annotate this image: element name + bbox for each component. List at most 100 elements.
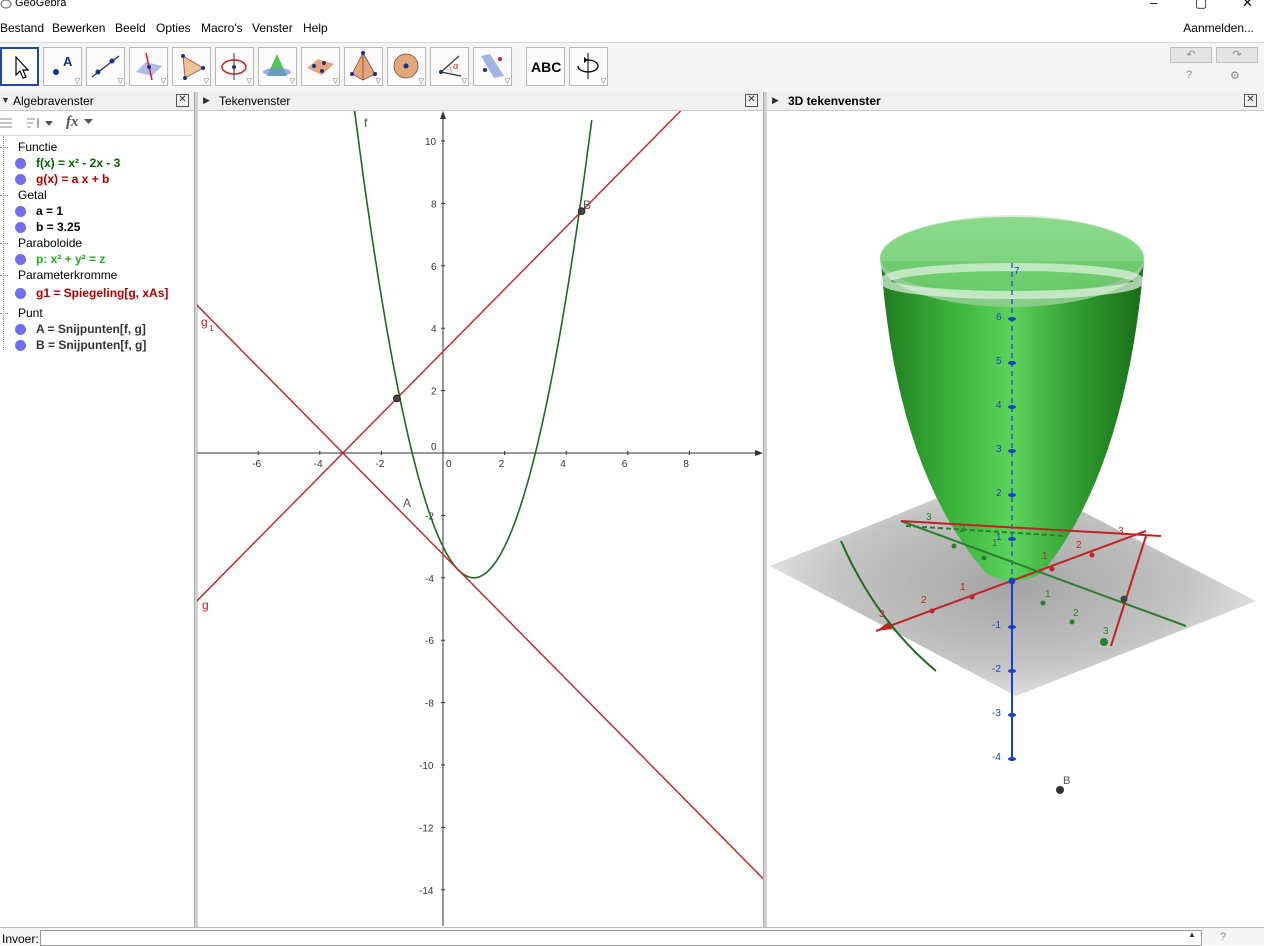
login-link[interactable]: Aanmelden...	[1183, 21, 1254, 35]
graphics-close-icon[interactable]: ✕	[745, 94, 758, 107]
menu-bar: Bestand Bewerken Beeld Opties Macro's Ve…	[0, 18, 1264, 40]
circle-axis-tool-button[interactable]: ▽	[215, 47, 254, 86]
perpendicular-tool-button[interactable]: ▽	[129, 47, 168, 86]
expand-caret-icon[interactable]: ▶	[203, 95, 210, 106]
title-bar: GeoGebra – ▢ ✕	[0, 0, 1264, 14]
point-A[interactable]	[393, 394, 401, 403]
menu-opties[interactable]: Opties	[156, 21, 191, 35]
intersect-surfaces-tool-button[interactable]: ▽	[258, 47, 297, 86]
input-stepper-icon[interactable]: ▲	[1188, 930, 1196, 939]
menu-macros[interactable]: Macro's	[201, 21, 243, 35]
visibility-toggle-icon[interactable]	[15, 254, 26, 265]
algebra-panel-header: ▼ Algebravenster ✕	[0, 92, 194, 111]
minimize-icon[interactable]: –	[1150, 0, 1157, 10]
category-parameterkromme[interactable]: Parameterkromme	[18, 268, 117, 284]
algebra-item-B[interactable]: B = Snijpunten[f, g]	[0, 338, 194, 354]
x-tick-label: 3	[879, 609, 885, 620]
point-3d[interactable]	[1100, 638, 1108, 646]
graphics-3d-canvas[interactable]: 7 6 5 4 3 2 1 -1 -2 -3 -4 3 2 1 1 2 3 3 …	[766, 111, 1264, 926]
y-tick-label: 8	[431, 199, 437, 210]
label-f: f	[364, 116, 368, 130]
line-g1[interactable]	[197, 304, 763, 880]
category-punt[interactable]: Punt	[18, 306, 43, 322]
angle-tool-button[interactable]: α ▽	[430, 47, 469, 86]
label-g1: g	[201, 315, 208, 329]
label-point-A: A	[403, 496, 411, 510]
sort-icon[interactable]	[25, 115, 57, 131]
menu-bestand[interactable]: Bestand	[0, 21, 44, 35]
line-g[interactable]	[197, 111, 686, 602]
menu-beeld[interactable]: Beeld	[115, 21, 146, 35]
collapse-caret-icon[interactable]: ▼	[1, 95, 10, 105]
y-tick-label: -4	[425, 574, 434, 585]
x-tick-label: 0	[446, 459, 452, 470]
maximize-icon[interactable]: ▢	[1195, 0, 1207, 11]
category-getal[interactable]: Getal	[18, 188, 47, 204]
text-tool-label: ABC	[531, 59, 562, 75]
point-3d-A[interactable]	[1120, 595, 1128, 603]
function-f-curve[interactable]	[353, 111, 593, 579]
algebra-close-icon[interactable]: ✕	[176, 94, 189, 107]
settings-icon[interactable]: ⚙	[1230, 69, 1240, 82]
toolbar: A ▽ ▽ ▽ ▽ ▽ ▽ ▽ ▽ ▽ α ▽ ▽ ABC ▽ ↶ ↷ ? ⚙	[0, 42, 1264, 94]
z-tick-label: -2	[992, 664, 1001, 675]
plane-tool-button[interactable]: ▽	[301, 47, 340, 86]
point-B-3d[interactable]	[1056, 786, 1064, 794]
algebra-item-b[interactable]: b = 3.25	[0, 220, 194, 236]
pyramid-tool-button[interactable]: ▽	[344, 47, 383, 86]
help-icon[interactable]: ?	[1186, 69, 1192, 81]
x-tick-label: -4	[314, 459, 323, 470]
algebra-toolbar: fx	[0, 111, 192, 136]
input-bar: Invoer: ▲ ?	[0, 927, 1264, 946]
menu-help[interactable]: Help	[303, 21, 328, 35]
visibility-toggle-icon[interactable]	[15, 222, 26, 233]
sphere-tool-button[interactable]: ▽	[387, 47, 426, 86]
undo-button[interactable]: ↶	[1170, 47, 1212, 63]
category-functie[interactable]: Functie	[18, 140, 57, 156]
menu-bewerken[interactable]: Bewerken	[52, 21, 105, 35]
point-tool-button[interactable]: A ▽	[43, 47, 82, 86]
text-tool-button[interactable]: ABC	[526, 47, 565, 86]
y-tick-label: 2	[1073, 608, 1079, 619]
algebra-item-f[interactable]: f(x) = x² - 2x - 3	[0, 156, 194, 172]
z-tick-label: 7	[1014, 266, 1020, 277]
visibility-toggle-icon[interactable]	[15, 288, 26, 299]
visibility-toggle-icon[interactable]	[15, 206, 26, 217]
y-tick-label: 3	[1103, 626, 1109, 637]
visibility-toggle-icon[interactable]	[15, 324, 26, 335]
x-tick-label: 2	[499, 459, 505, 470]
visibility-toggle-icon[interactable]	[15, 158, 26, 169]
polygon-tool-button[interactable]: ▽	[172, 47, 211, 86]
category-paraboloide[interactable]: Paraboloide	[18, 236, 82, 252]
cone-intersect-icon	[263, 54, 291, 76]
algebra-item-g[interactable]: g(x) = a x + b	[0, 172, 194, 188]
x-tick-label: 2	[1076, 540, 1082, 551]
algebra-item-p[interactable]: p: x² + y² = z	[0, 252, 194, 268]
y-axis-arrow-icon	[440, 111, 446, 119]
move-tool-button[interactable]	[0, 47, 39, 86]
visibility-toggle-icon[interactable]	[15, 340, 26, 351]
algebra-item-a[interactable]: a = 1	[0, 204, 194, 220]
x-tick-label: -2	[375, 459, 384, 470]
reflect-plane-icon	[481, 54, 504, 78]
graphics3d-close-icon[interactable]: ✕	[1244, 94, 1257, 107]
rotate-view-tool-button[interactable]: ▽	[569, 47, 608, 86]
redo-button[interactable]: ↷	[1216, 47, 1258, 63]
visibility-toggle-icon[interactable]	[15, 174, 26, 185]
fx-icon[interactable]: fx	[66, 114, 79, 131]
algebra-item-A[interactable]: A = Snijpunten[f, g]	[0, 322, 194, 338]
graphics-2d-canvas[interactable]: -6 -4 -2 0 2 4 6 81086420-2-4-6-8-10-12-14 A B …	[197, 111, 763, 926]
label-g1-subscript: 1	[209, 324, 214, 333]
x-tick-label: -6	[252, 459, 261, 470]
z-tick-label: 2	[996, 488, 1002, 499]
svg-text:A: A	[63, 54, 73, 69]
label-point-B: B	[583, 198, 591, 212]
reflect-plane-tool-button[interactable]: ▽	[473, 47, 512, 86]
line-tool-button[interactable]: ▽	[86, 47, 125, 86]
algebra-item-g1[interactable]: g1 = Spiegeling[g, xAs]	[0, 286, 194, 302]
expand-caret-3d-icon[interactable]: ▶	[772, 95, 779, 106]
input-help-icon[interactable]: ?	[1220, 931, 1226, 943]
menu-venster[interactable]: Venster	[252, 21, 293, 35]
x-tick-label: 2	[921, 595, 927, 606]
close-icon[interactable]: ✕	[1242, 0, 1253, 11]
